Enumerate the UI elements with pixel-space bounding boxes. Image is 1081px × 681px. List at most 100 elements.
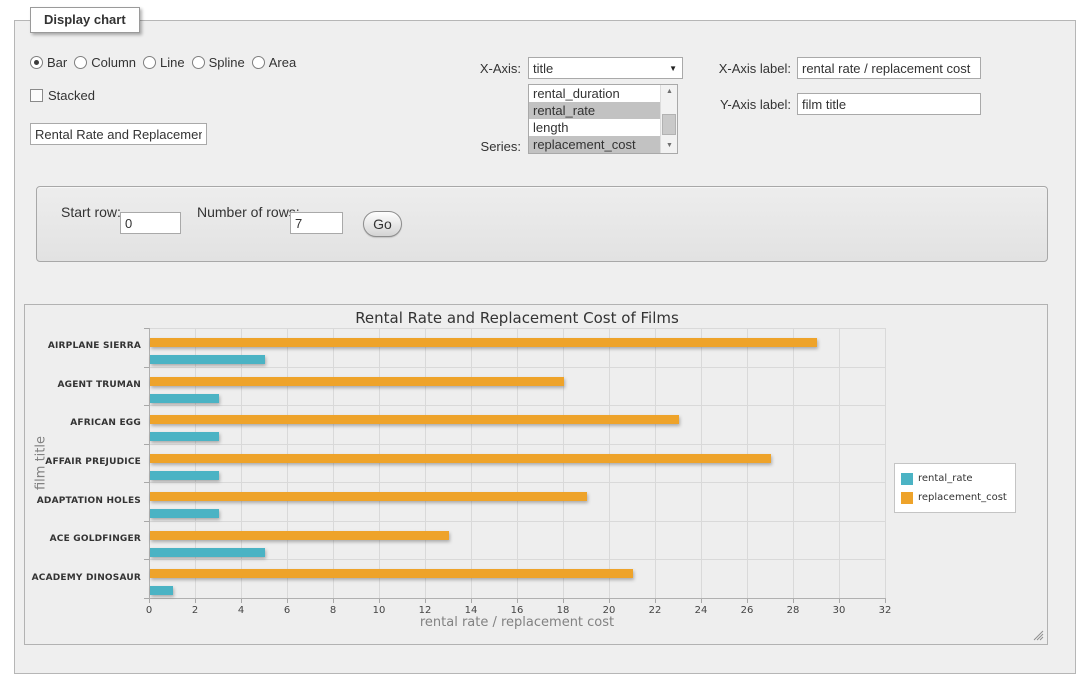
row-controls-panel: Start row: Number of rows: Go	[36, 186, 1048, 262]
gridline-v	[333, 328, 334, 598]
gridline-v	[885, 328, 886, 598]
series-option-rental_duration[interactable]: rental_duration	[529, 85, 661, 102]
legend-label: rental_rate	[918, 473, 973, 484]
bar-replacement_cost	[150, 454, 771, 463]
radio-icon[interactable]	[252, 56, 265, 69]
gridline-h	[149, 405, 885, 406]
xaxis-selected-value: title	[533, 61, 553, 76]
gridline-h	[149, 482, 885, 483]
gridline-v	[655, 328, 656, 598]
chart-title: Rental Rate and Replacement Cost of Film…	[149, 309, 885, 327]
bar-rental_rate	[150, 471, 219, 480]
bar-replacement_cost	[150, 569, 633, 578]
bar-replacement_cost	[150, 415, 679, 424]
bar-rental_rate	[150, 586, 173, 595]
radio-icon[interactable]	[30, 56, 43, 69]
scroll-down-icon[interactable]: ▼	[661, 139, 678, 153]
gridline-h	[149, 328, 885, 329]
gridline-v	[701, 328, 702, 598]
gridline-h	[149, 444, 885, 445]
xaxis-label-input[interactable]	[797, 57, 981, 79]
scroll-up-icon[interactable]: ▲	[661, 85, 678, 99]
gridline-v	[425, 328, 426, 598]
chevron-down-icon: ▼	[669, 64, 677, 73]
stacked-option[interactable]: Stacked	[30, 88, 95, 103]
bar-rental_rate	[150, 548, 265, 557]
yaxis-label-input[interactable]	[797, 93, 981, 115]
chart-type-spline[interactable]: Spline	[192, 55, 245, 70]
fieldset-legend-title: Display chart	[30, 7, 140, 33]
category-label: ACE GOLDFINGER	[25, 534, 141, 544]
chart-yaxis-title: film title	[34, 436, 49, 490]
gridline-v	[747, 328, 748, 598]
series-option-length[interactable]: length	[529, 119, 661, 136]
chart-xaxis-title: rental rate / replacement cost	[149, 615, 885, 630]
bar-replacement_cost	[150, 492, 587, 501]
start-row-input[interactable]	[120, 212, 181, 234]
gridline-v	[517, 328, 518, 598]
chart-type-radios: Bar Column Line Spline Area	[30, 55, 296, 70]
chart-type-label: Area	[269, 55, 296, 70]
gridline-v	[471, 328, 472, 598]
legend-swatch-icon	[901, 473, 913, 485]
xaxis-select-label: X-Axis:	[430, 61, 521, 76]
chart-type-label: Bar	[47, 55, 67, 70]
go-button[interactable]: Go	[363, 211, 402, 237]
gridline-v	[563, 328, 564, 598]
series-option-replacement_cost[interactable]: replacement_cost	[529, 136, 661, 153]
legend-item-rental_rate[interactable]: rental_rate	[901, 469, 1007, 488]
radio-icon[interactable]	[143, 56, 156, 69]
yaxis-line	[149, 328, 150, 598]
page: { "panel_title": "Display chart", "contr…	[0, 0, 1081, 681]
bar-rental_rate	[150, 394, 219, 403]
bar-replacement_cost	[150, 531, 449, 540]
series-multiselect[interactable]: rental_durationrental_ratelengthreplacem…	[528, 84, 678, 154]
num-rows-input[interactable]	[290, 212, 343, 234]
chart-type-area[interactable]: Area	[252, 55, 296, 70]
bar-rental_rate	[150, 355, 265, 364]
start-row-label: Start row:	[61, 204, 121, 220]
category-label: AIRPLANE SIERRA	[25, 341, 141, 351]
chart-title-input[interactable]	[30, 123, 207, 145]
gridline-h	[149, 521, 885, 522]
category-label: AFRICAN EGG	[25, 418, 141, 428]
xaxis-label-field-label: X-Axis label:	[697, 61, 791, 76]
legend-item-replacement_cost[interactable]: replacement_cost	[901, 488, 1007, 507]
gridline-v	[609, 328, 610, 598]
stacked-checkbox[interactable]	[30, 89, 43, 102]
gridline-v	[241, 328, 242, 598]
series-scrollbar[interactable]: ▲ ▼	[660, 85, 677, 153]
bar-rental_rate	[150, 432, 219, 441]
chart-type-line[interactable]: Line	[143, 55, 185, 70]
chart-type-bar[interactable]: Bar	[30, 55, 67, 70]
radio-icon[interactable]	[192, 56, 205, 69]
series-option-rental_rate[interactable]: rental_rate	[529, 102, 661, 119]
radio-icon[interactable]	[74, 56, 87, 69]
chart-type-label: Column	[91, 55, 136, 70]
chart-type-label: Spline	[209, 55, 245, 70]
bar-replacement_cost	[150, 377, 564, 386]
gridline-v	[793, 328, 794, 598]
category-label: ADAPTATION HOLES	[25, 496, 141, 506]
scrollbar-thumb[interactable]	[662, 114, 676, 135]
gridline-v	[839, 328, 840, 598]
chart-container: Rental Rate and Replacement Cost of Film…	[24, 304, 1048, 645]
chart-type-column[interactable]: Column	[74, 55, 136, 70]
xaxis-line	[149, 598, 886, 599]
legend-swatch-icon	[901, 492, 913, 504]
series-select-label: Series:	[430, 139, 521, 154]
category-label: AGENT TRUMAN	[25, 380, 141, 390]
xaxis-select[interactable]: title ▼	[528, 57, 683, 79]
legend-label: replacement_cost	[918, 492, 1007, 503]
series-options: rental_durationrental_ratelengthreplacem…	[529, 85, 677, 153]
gridline-h	[149, 559, 885, 560]
bar-replacement_cost	[150, 338, 817, 347]
chart-type-label: Line	[160, 55, 185, 70]
num-rows-label: Number of rows:	[197, 204, 300, 220]
yaxis-label-field-label: Y-Axis label:	[697, 97, 791, 112]
bar-rental_rate	[150, 509, 219, 518]
chart-legend: rental_rate replacement_cost	[894, 463, 1016, 513]
resize-grip-icon[interactable]	[1033, 630, 1044, 641]
category-label: ACADEMY DINOSAUR	[25, 573, 141, 583]
gridline-v	[379, 328, 380, 598]
